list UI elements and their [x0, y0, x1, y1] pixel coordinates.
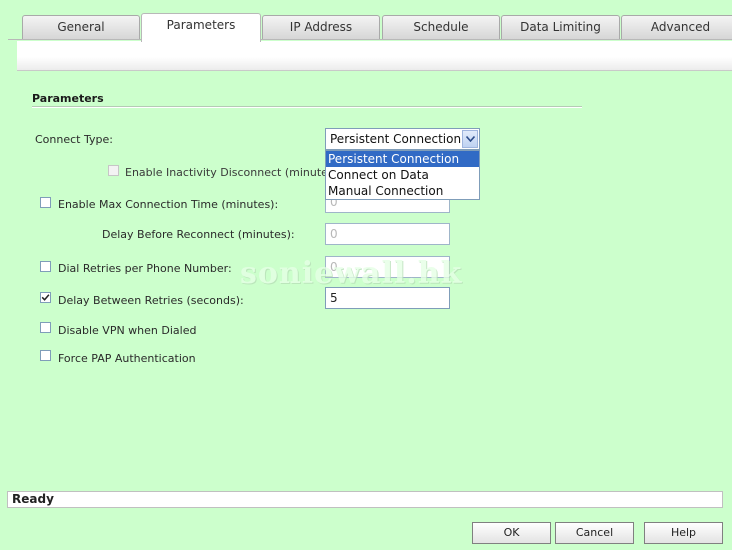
watermark: soniewall.hk	[240, 256, 463, 291]
tab-parameters[interactable]: Parameters	[141, 13, 261, 42]
tab-general[interactable]: General	[22, 15, 140, 39]
max-connection-time-checkbox[interactable]	[40, 197, 51, 208]
cancel-button[interactable]: Cancel	[555, 522, 634, 544]
tab-ip-address[interactable]: IP Address	[262, 15, 380, 39]
connect-type-select[interactable]: Persistent Connection	[325, 128, 480, 150]
tab-data-limiting[interactable]: Data Limiting	[501, 15, 620, 39]
delay-reconnect-input[interactable]	[325, 223, 450, 245]
delay-retries-label: Delay Between Retries (seconds):	[58, 294, 244, 307]
tab-divider	[8, 39, 732, 40]
connect-type-dropdown: Persistent Connection Connect on Data Ma…	[325, 150, 480, 200]
delay-reconnect-label: Delay Before Reconnect (minutes):	[102, 228, 295, 241]
inactivity-disconnect-label: Enable Inactivity Disconnect (minutes):	[125, 166, 342, 179]
option-persistent-connection[interactable]: Persistent Connection	[326, 151, 479, 167]
tab-bar: General Parameters IP Address Schedule D…	[0, 0, 732, 42]
max-connection-time-label: Enable Max Connection Time (minutes):	[58, 198, 279, 211]
option-manual-connection[interactable]: Manual Connection	[326, 183, 479, 199]
tab-schedule[interactable]: Schedule	[382, 15, 500, 39]
delay-retries-checkbox[interactable]	[40, 292, 51, 303]
connect-type-value: Persistent Connection	[330, 132, 462, 146]
section-divider	[32, 106, 582, 108]
checkmark-icon	[41, 294, 50, 301]
option-connect-on-data[interactable]: Connect on Data	[326, 167, 479, 183]
ok-button[interactable]: OK	[472, 522, 551, 544]
tab-advanced[interactable]: Advanced	[621, 15, 732, 39]
inactivity-disconnect-checkbox[interactable]	[108, 165, 119, 176]
help-button[interactable]: Help	[644, 522, 723, 544]
chevron-down-icon[interactable]	[462, 130, 478, 148]
section-title: Parameters	[32, 92, 104, 105]
status-bar: Ready	[7, 491, 723, 508]
force-pap-checkbox[interactable]	[40, 350, 51, 361]
dial-retries-checkbox[interactable]	[40, 261, 51, 272]
force-pap-label: Force PAP Authentication	[58, 352, 196, 365]
disable-vpn-checkbox[interactable]	[40, 322, 51, 333]
connect-type-label: Connect Type:	[35, 133, 113, 146]
disable-vpn-label: Disable VPN when Dialed	[58, 324, 197, 337]
delay-retries-input[interactable]	[325, 287, 450, 309]
dial-retries-label: Dial Retries per Phone Number:	[58, 262, 232, 275]
toolbar-strip	[17, 41, 732, 71]
